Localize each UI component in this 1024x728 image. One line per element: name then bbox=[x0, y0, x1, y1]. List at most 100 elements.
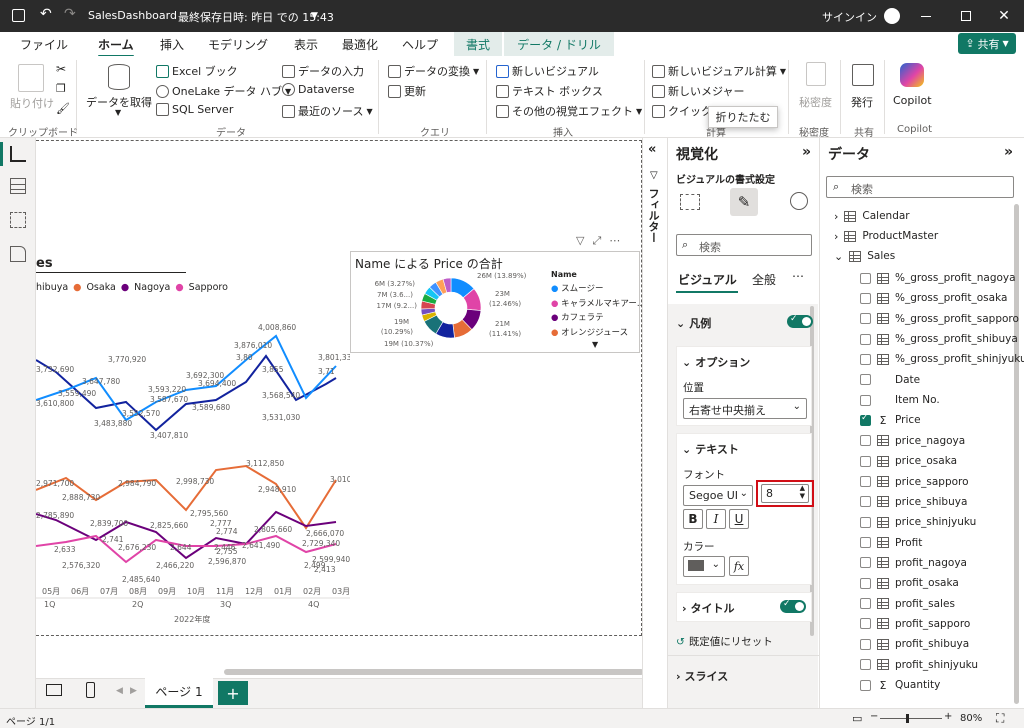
field-item[interactable]: profit_osaka bbox=[860, 573, 959, 593]
field-item[interactable]: profit_nagoya bbox=[860, 553, 967, 573]
more-visuals-button[interactable]: その他の視覚エフェクト ▼ bbox=[496, 103, 642, 119]
legend-section-header[interactable]: ⌄ 凡例 bbox=[676, 315, 711, 331]
field-item[interactable]: profit_shibuya bbox=[860, 634, 969, 654]
close-button[interactable]: ✕ bbox=[982, 0, 1024, 32]
minimize-button[interactable] bbox=[904, 0, 948, 32]
position-dropdown[interactable]: 右寄せ中央揃え ⌄ bbox=[683, 398, 807, 419]
legend-item-nagoya[interactable]: Nagoya bbox=[134, 282, 170, 293]
legend-item-shibuya[interactable]: hibuya bbox=[36, 282, 68, 293]
donut-legend-item[interactable]: ● スムージー bbox=[551, 282, 645, 297]
spin-up-icon[interactable]: ▲ bbox=[800, 484, 805, 492]
build-visual-icon[interactable] bbox=[680, 194, 700, 210]
tab-home[interactable]: ホーム bbox=[98, 36, 134, 58]
donut-legend-item[interactable]: ● カフェラテ bbox=[551, 311, 645, 326]
fit-to-window-icon[interactable]: ⛶ bbox=[996, 711, 1004, 726]
color-picker[interactable]: ⌄ bbox=[683, 556, 725, 577]
legend-item-sapporo[interactable]: Sapporo bbox=[189, 282, 228, 293]
onelake-button[interactable]: OneLake データ ハブ ▼ bbox=[156, 83, 291, 99]
italic-button[interactable]: I bbox=[706, 509, 726, 529]
field-checkbox[interactable] bbox=[860, 455, 871, 467]
legend-toggle[interactable] bbox=[787, 314, 813, 328]
analytics-icon[interactable] bbox=[790, 192, 808, 210]
table-calendar[interactable]: › Calendar bbox=[834, 206, 910, 226]
field-item[interactable]: %_gross_profit_shinjyuku bbox=[860, 349, 1024, 369]
field-item[interactable]: price_nagoya bbox=[860, 431, 965, 451]
field-item[interactable]: price_osaka bbox=[860, 451, 957, 471]
field-checkbox[interactable] bbox=[860, 413, 871, 426]
transform-data-button[interactable]: データの変換 ▼ bbox=[388, 63, 479, 79]
tab-file[interactable]: ファイル bbox=[20, 36, 68, 53]
collapse-data-pane-icon[interactable]: » bbox=[1004, 144, 1013, 160]
title-toggle[interactable] bbox=[780, 599, 806, 613]
reset-default-link[interactable]: ↺ 既定値にリセット bbox=[676, 634, 773, 649]
field-checkbox[interactable] bbox=[860, 272, 871, 284]
field-checkbox[interactable] bbox=[860, 333, 871, 345]
tab-format[interactable]: 書式 bbox=[454, 32, 502, 56]
field-checkbox[interactable] bbox=[860, 313, 871, 325]
zoom-slider[interactable] bbox=[880, 718, 942, 719]
expand-filters-icon[interactable]: « bbox=[648, 142, 656, 157]
dax-query-icon[interactable] bbox=[10, 246, 26, 262]
zoom-out-button[interactable]: − bbox=[870, 711, 878, 722]
tab-insert[interactable]: 挿入 bbox=[160, 36, 184, 53]
more-options-icon[interactable]: ⋯ bbox=[609, 234, 620, 248]
cut-icon[interactable]: ✂ bbox=[56, 62, 66, 76]
field-item[interactable]: %_gross_profit_shibuya bbox=[860, 329, 1018, 349]
publish-button[interactable]: 発行 bbox=[851, 94, 873, 110]
field-checkbox[interactable] bbox=[860, 537, 871, 549]
field-checkbox[interactable] bbox=[860, 577, 871, 589]
conditional-format-button[interactable]: fx bbox=[729, 556, 749, 576]
tab-modeling[interactable]: モデリング bbox=[208, 36, 268, 53]
add-page-button[interactable]: + bbox=[218, 681, 248, 705]
table-sales[interactable]: ⌄ Sales bbox=[834, 246, 895, 266]
paste-button[interactable]: 貼り付け bbox=[10, 95, 54, 111]
donut-legend-item[interactable]: ● キャラメルマキアー... bbox=[551, 297, 645, 312]
format-painter-icon[interactable]: 🖌 bbox=[56, 102, 70, 115]
format-brush-icon[interactable]: ✎ bbox=[730, 188, 758, 216]
share-button[interactable]: ⇪ 共有 ▼ bbox=[958, 33, 1016, 54]
table-view-icon[interactable] bbox=[10, 178, 26, 194]
field-item[interactable]: price_shibuya bbox=[860, 492, 967, 512]
donut-chart-visual[interactable]: Name による Price の合計 Name ● スムージー ● キャラメルマ… bbox=[350, 251, 645, 353]
page-next-icon[interactable]: ▶ bbox=[130, 686, 137, 696]
field-checkbox[interactable] bbox=[860, 598, 871, 610]
excel-button[interactable]: Excel ブック bbox=[156, 63, 238, 79]
field-checkbox[interactable] bbox=[860, 292, 871, 304]
field-item[interactable]: price_shinjyuku bbox=[860, 512, 976, 532]
field-item[interactable]: Item No. bbox=[860, 390, 940, 410]
viz-search-input[interactable]: ⌕ 検索 bbox=[676, 234, 812, 256]
tab-visual[interactable]: ビジュアル bbox=[678, 271, 737, 288]
zoom-in-button[interactable]: + bbox=[944, 711, 952, 722]
text-section-header[interactable]: ⌄ テキスト bbox=[682, 441, 739, 457]
field-item[interactable]: Date bbox=[860, 370, 920, 390]
textbox-button[interactable]: テキスト ボックス bbox=[496, 83, 603, 99]
table-productmaster[interactable]: › ProductMaster bbox=[834, 226, 938, 246]
field-item[interactable]: Profit bbox=[860, 533, 922, 553]
refresh-button[interactable]: 更新 bbox=[388, 83, 426, 99]
legend-item-osaka[interactable]: Osaka bbox=[86, 282, 115, 293]
field-checkbox[interactable] bbox=[860, 374, 871, 386]
data-search-input[interactable]: ⌕ 検索 bbox=[826, 176, 1014, 198]
donut-legend-item[interactable]: ● オレンジジュース bbox=[551, 326, 645, 341]
bold-button[interactable]: B bbox=[683, 509, 703, 529]
new-visual-calc-button[interactable]: 新しいビジュアル計算 ▼ bbox=[652, 63, 786, 79]
field-item[interactable]: %_gross_profit_osaka bbox=[860, 288, 1007, 308]
dataverse-button[interactable]: Dataverse bbox=[282, 83, 355, 96]
new-measure-button[interactable]: 新しいメジャー bbox=[652, 83, 744, 99]
report-view-icon[interactable] bbox=[10, 146, 26, 162]
sensitivity-button[interactable]: 秘密度 bbox=[799, 94, 832, 110]
copy-icon[interactable]: ❐ bbox=[56, 82, 66, 95]
spin-down-icon[interactable]: ▼ bbox=[800, 492, 805, 500]
legend-scroll-down-icon[interactable]: ▼ bbox=[592, 340, 598, 349]
field-checkbox[interactable] bbox=[860, 496, 871, 508]
field-checkbox[interactable] bbox=[860, 394, 871, 406]
model-view-icon[interactable] bbox=[10, 212, 26, 228]
field-item[interactable]: profit_shinjyuku bbox=[860, 655, 978, 675]
new-visual-button[interactable]: 新しいビジュアル bbox=[496, 63, 599, 79]
title-section-header[interactable]: › タイトル bbox=[682, 600, 735, 616]
more-options-icon[interactable]: ⋯ bbox=[792, 269, 804, 283]
tab-data-drill[interactable]: データ / ドリル bbox=[504, 32, 614, 56]
account-icon[interactable] bbox=[884, 8, 900, 24]
page-prev-icon[interactable]: ◀ bbox=[116, 686, 123, 696]
slice-section-header[interactable]: › スライス bbox=[676, 668, 728, 684]
